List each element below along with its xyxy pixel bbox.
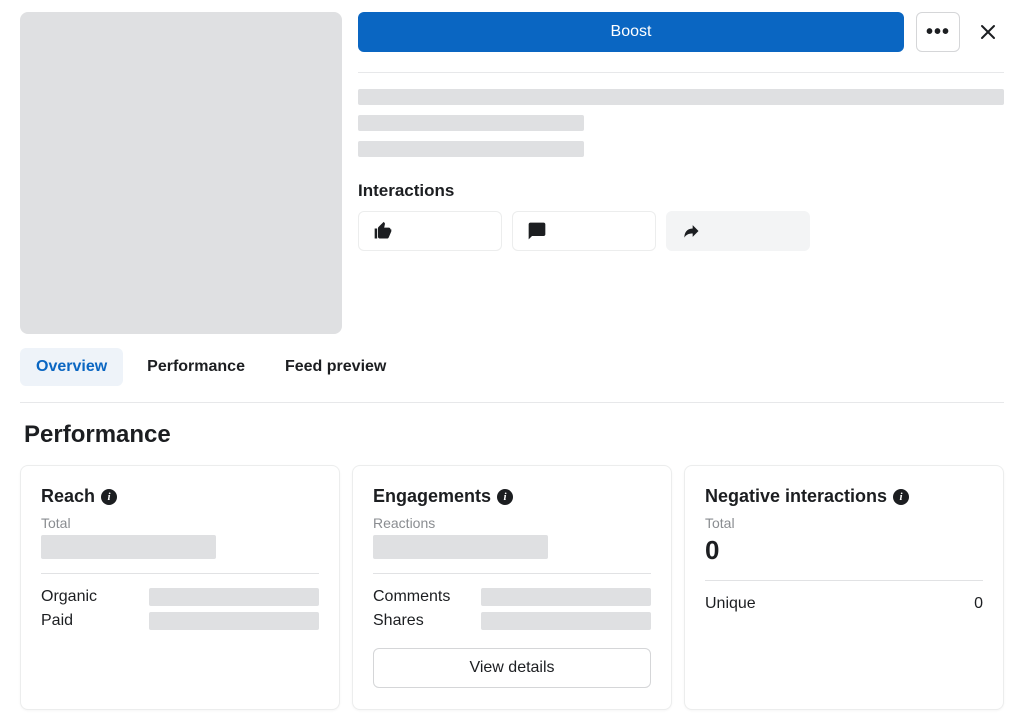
- reach-paid-skeleton: [149, 612, 319, 630]
- performance-heading: Performance: [20, 421, 1004, 449]
- more-options-button[interactable]: •••: [916, 12, 960, 52]
- tabs: Overview Performance Feed preview: [20, 348, 1004, 386]
- reach-total-label: Total: [41, 515, 319, 531]
- engagements-title: Engagements: [373, 486, 491, 507]
- negative-unique-value: 0: [974, 595, 983, 613]
- close-button[interactable]: [972, 16, 1004, 48]
- tabs-divider: [20, 402, 1004, 403]
- view-details-button[interactable]: View details: [373, 648, 651, 688]
- negative-interactions-card: Negative interactions i Total 0 Unique 0: [684, 465, 1004, 710]
- engagements-comments-skeleton: [481, 588, 651, 606]
- info-icon[interactable]: i: [101, 489, 117, 505]
- reach-total-skeleton: [41, 535, 216, 559]
- card-divider: [373, 573, 651, 574]
- like-interaction-box[interactable]: [358, 211, 502, 251]
- negative-unique-label: Unique: [705, 595, 756, 613]
- negative-total-value: 0: [705, 535, 983, 566]
- reach-card: Reach i Total Organic Paid: [20, 465, 340, 710]
- negative-total-label: Total: [705, 515, 983, 531]
- engagements-shares-skeleton: [481, 612, 651, 630]
- share-icon: [681, 221, 701, 241]
- engagements-reactions-skeleton: [373, 535, 548, 559]
- comment-icon: [527, 221, 547, 241]
- interactions-heading: Interactions: [358, 181, 1004, 201]
- info-icon[interactable]: i: [497, 489, 513, 505]
- close-icon: [978, 22, 998, 42]
- reach-title: Reach: [41, 486, 95, 507]
- negative-title: Negative interactions: [705, 486, 887, 507]
- header-divider: [358, 72, 1004, 73]
- engagements-comments-label: Comments: [373, 588, 450, 606]
- card-divider: [705, 580, 983, 581]
- reach-paid-label: Paid: [41, 612, 73, 630]
- boost-button[interactable]: Boost: [358, 12, 904, 52]
- comment-interaction-box[interactable]: [512, 211, 656, 251]
- engagements-card: Engagements i Reactions Comments Shares …: [352, 465, 672, 710]
- reach-organic-label: Organic: [41, 588, 97, 606]
- engagements-reactions-label: Reactions: [373, 515, 651, 531]
- reach-organic-skeleton: [149, 588, 319, 606]
- text-skeleton-line: [358, 141, 584, 157]
- share-interaction-box[interactable]: [666, 211, 810, 251]
- card-divider: [41, 573, 319, 574]
- thumbs-up-icon: [373, 221, 393, 241]
- tab-overview[interactable]: Overview: [20, 348, 123, 386]
- text-skeleton-line: [358, 115, 584, 131]
- more-icon: •••: [926, 21, 950, 44]
- tab-feed-preview[interactable]: Feed preview: [269, 348, 402, 386]
- engagements-shares-label: Shares: [373, 612, 424, 630]
- info-icon[interactable]: i: [893, 489, 909, 505]
- post-image-placeholder: [20, 12, 342, 334]
- tab-performance[interactable]: Performance: [131, 348, 261, 386]
- text-skeleton-line: [358, 89, 1004, 105]
